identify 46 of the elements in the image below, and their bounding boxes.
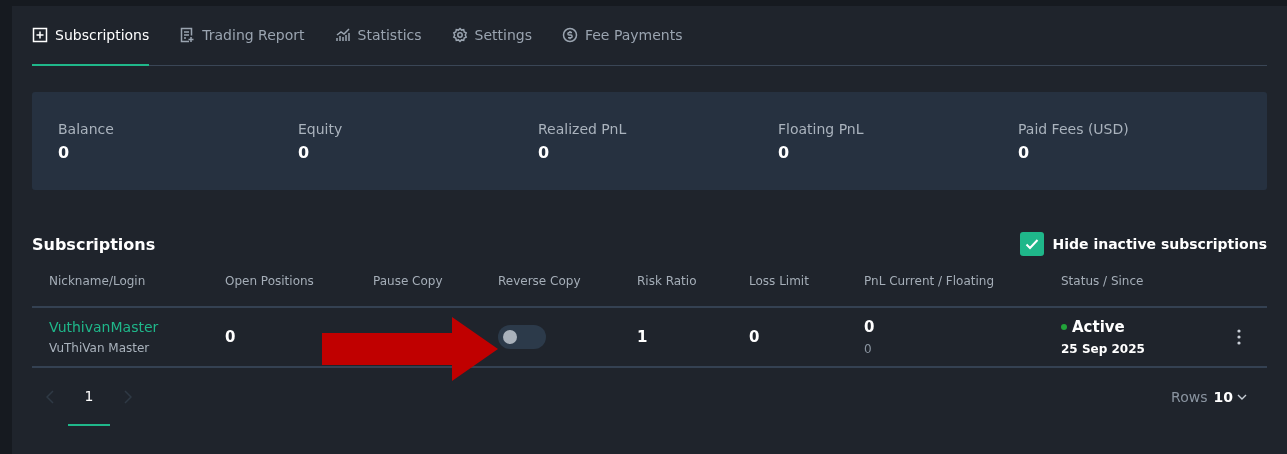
dollar-coin-icon bbox=[561, 27, 578, 43]
nickname-link[interactable]: VuthivanMaster bbox=[49, 319, 225, 335]
chart-icon bbox=[334, 27, 351, 43]
settings-icon bbox=[451, 27, 468, 43]
login-text: VuThiVan Master bbox=[49, 341, 151, 355]
page-button[interactable]: 1 bbox=[68, 368, 110, 426]
column-header: Nickname/Login bbox=[49, 274, 147, 288]
column-header: Status / Since bbox=[1061, 274, 1145, 288]
rows-select[interactable]: 10 bbox=[1213, 389, 1247, 405]
section-title: Subscriptions bbox=[32, 234, 156, 254]
plus-square-icon bbox=[32, 27, 48, 43]
since-date: 25 Sep 2025 bbox=[1061, 342, 1146, 356]
checkbox-label: Hide inactive subscriptions bbox=[1052, 236, 1267, 252]
tab[interactable]: Settings bbox=[451, 6, 532, 66]
summary-value: 0 bbox=[1018, 142, 1031, 162]
table-cell-text: 0 bbox=[225, 328, 237, 346]
rows-label: Rows bbox=[1171, 389, 1208, 405]
checkbox[interactable] bbox=[1019, 232, 1044, 256]
reverse-copy-toggle[interactable] bbox=[498, 325, 546, 349]
chevron-down-icon bbox=[1237, 394, 1247, 400]
summary-label: Realized PnL bbox=[538, 120, 628, 137]
tab[interactable]: Fee Payments bbox=[561, 6, 683, 66]
column-header: PnL Current / Floating bbox=[864, 274, 996, 288]
table-cell-text: 0 bbox=[749, 328, 761, 346]
column-header: Loss Limit bbox=[749, 274, 810, 288]
table-cell-text: 1 bbox=[637, 328, 649, 346]
summary-value: 0 bbox=[58, 142, 71, 162]
column-header: Risk Ratio bbox=[637, 274, 698, 288]
column-header: Open Positions bbox=[225, 274, 315, 288]
summary-label: Balance bbox=[58, 120, 115, 137]
column-header: Reverse Copy bbox=[498, 274, 582, 288]
summary-value: 0 bbox=[538, 142, 551, 162]
summary-value: 0 bbox=[778, 142, 791, 162]
summary-value: 0 bbox=[298, 142, 311, 162]
pnl-current: 0 bbox=[864, 318, 876, 336]
summary-label: Paid Fees (USD) bbox=[1018, 120, 1130, 137]
tab[interactable]: Trading Report bbox=[179, 6, 305, 66]
summary-label: Floating PnL bbox=[778, 120, 865, 137]
more-icon[interactable] bbox=[1237, 329, 1241, 345]
document-plus-icon bbox=[179, 27, 196, 43]
pnl-floating: 0 bbox=[864, 342, 873, 356]
status-text: Active bbox=[1072, 318, 1125, 336]
tab[interactable]: Subscriptions bbox=[32, 6, 150, 66]
tab[interactable]: Statistics bbox=[334, 6, 422, 66]
column-header: Pause Copy bbox=[373, 274, 444, 288]
summary-label: Equity bbox=[298, 120, 344, 137]
